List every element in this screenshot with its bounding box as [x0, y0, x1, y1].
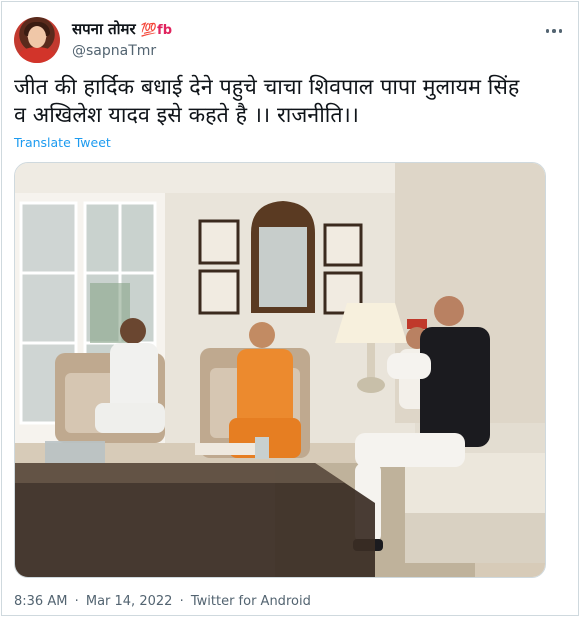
photo-illustration: [15, 163, 545, 577]
display-name[interactable]: सपना तोमर 💯fb: [72, 20, 172, 40]
tweet-source[interactable]: Twitter for Android: [191, 594, 311, 609]
name-emoji: 💯fb: [140, 23, 173, 38]
tweet-photo[interactable]: [14, 162, 546, 578]
tweet-time[interactable]: 8:36 AM: [14, 594, 67, 609]
tweet-text-line-2: व अखिलेश यादव इसे कहते है ।। राजनीति।।: [14, 103, 359, 128]
avatar[interactable]: [14, 17, 60, 63]
meta-separator: ·: [179, 594, 184, 609]
user-handle[interactable]: @sapnaTmr: [72, 42, 172, 61]
more-options-icon[interactable]: [540, 21, 568, 41]
tweet-text: जीत की हार्दिक बधाई देने पहुचे चाचा शिवप…: [14, 74, 559, 130]
tweet-card: सपना तोमर 💯fb @sapnaTmr जीत की हार्दिक ब…: [1, 1, 579, 616]
tweet-metadata: 8:36 AM · Mar 14, 2022 · Twitter for And…: [14, 594, 311, 609]
tweet-text-line-1: जीत की हार्दिक बधाई देने पहुचे चाचा शिवप…: [14, 75, 520, 100]
tweet-header: सपना तोमर 💯fb @sapnaTmr: [14, 15, 570, 65]
display-name-text: सपना तोमर: [72, 20, 136, 38]
meta-separator: ·: [74, 594, 79, 609]
tweet-date[interactable]: Mar 14, 2022: [86, 594, 173, 609]
author-info[interactable]: सपना तोमर 💯fb @sapnaTmr: [72, 20, 172, 61]
translate-tweet-link[interactable]: Translate Tweet: [14, 135, 111, 150]
